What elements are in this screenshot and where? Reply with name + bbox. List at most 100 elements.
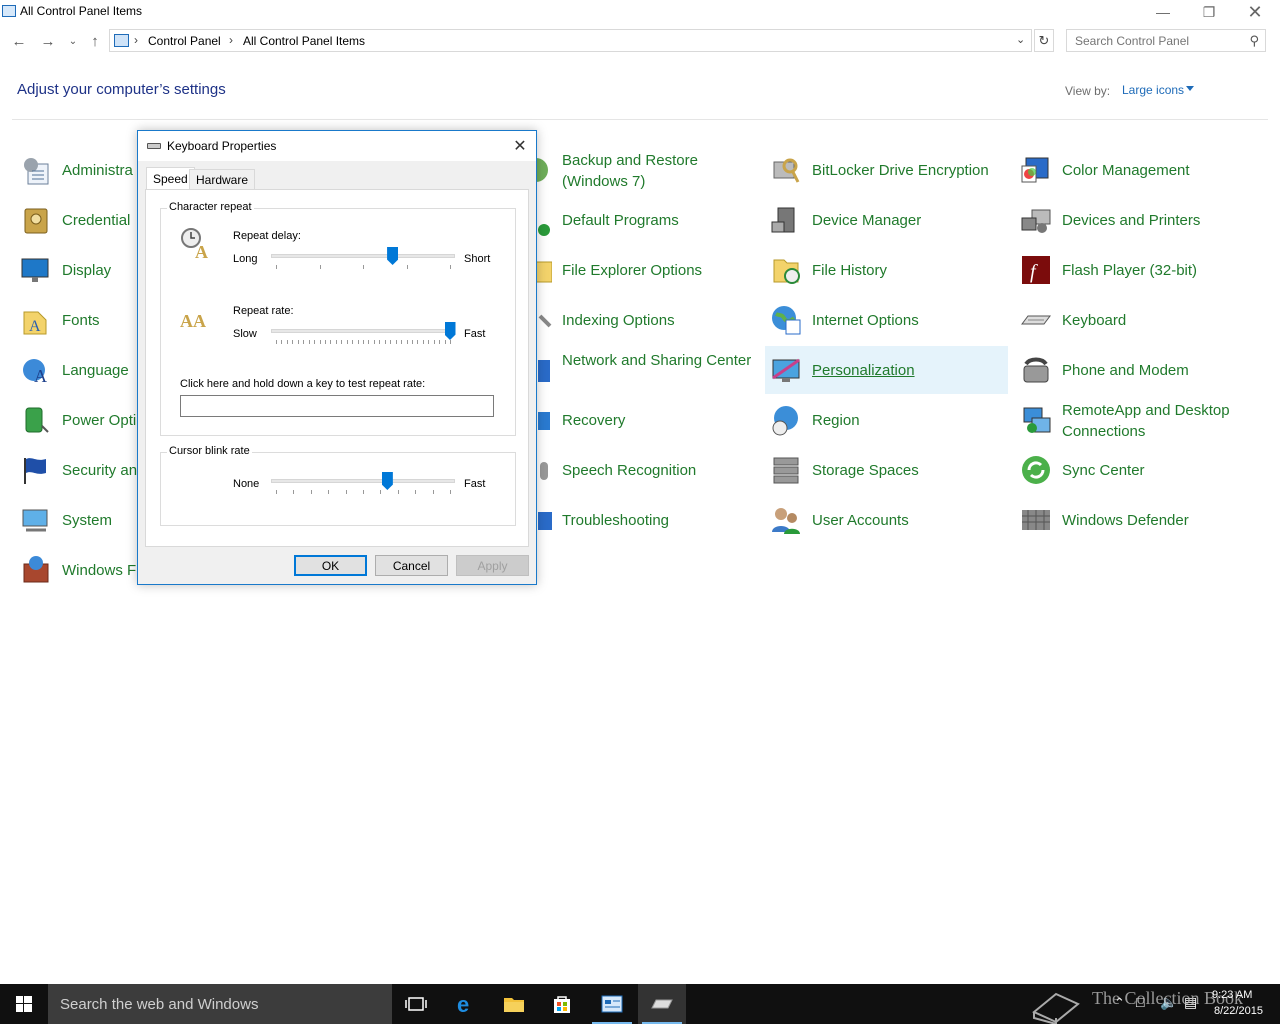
- cursor-blink-max-label: Fast: [464, 478, 486, 490]
- slider-tick: [297, 340, 299, 344]
- taskbar-file-explorer[interactable]: [490, 984, 538, 1024]
- repeat-rate-min-label: Slow: [233, 328, 257, 340]
- breadcrumb-separator[interactable]: ›: [229, 33, 233, 47]
- ok-button[interactable]: OK: [294, 555, 367, 576]
- breadcrumb-all-items[interactable]: All Control Panel Items: [243, 34, 365, 48]
- storage-spaces-icon: [773, 457, 799, 484]
- cp-item-keyboard[interactable]: Keyboard: [1017, 296, 1257, 344]
- slider-tick: [406, 265, 408, 269]
- cp-item-devices-printers[interactable]: Devices and Printers: [1017, 196, 1257, 244]
- recent-locations-chevron-icon[interactable]: ⌄: [62, 30, 84, 52]
- breadcrumb-separator[interactable]: ›: [134, 33, 138, 47]
- cp-item-file-explorer-options[interactable]: File Explorer Options: [517, 246, 757, 294]
- caret-down-icon[interactable]: [1186, 86, 1194, 91]
- repeat-delay-slider[interactable]: [271, 247, 455, 276]
- cp-item-color-management[interactable]: Color Management: [1017, 146, 1257, 194]
- item-label: Backup and Restore (Windows 7): [562, 152, 698, 190]
- display-icon: [21, 258, 49, 282]
- dialog-close-button[interactable]: ✕: [510, 136, 530, 156]
- item-label: Color Management: [1062, 161, 1190, 179]
- test-repeat-label: Click here and hold down a key to test r…: [180, 378, 426, 390]
- taskbar-keyboard-properties[interactable]: [638, 984, 686, 1024]
- cursor-blink-slider[interactable]: [271, 472, 455, 501]
- cp-item-phone-modem[interactable]: Phone and Modem: [1017, 346, 1257, 394]
- taskbar: Search the web and Windows e ⌃ □ 🔈 ▤ The…: [0, 984, 1280, 1024]
- restore-button[interactable]: ❐: [1186, 0, 1232, 24]
- cp-item-network-sharing[interactable]: Network and Sharing Center: [517, 346, 757, 394]
- item-label: Flash Player (32-bit): [1062, 261, 1198, 279]
- slider-tick: [401, 340, 403, 344]
- tab-hardware[interactable]: Hardware: [189, 169, 256, 190]
- close-button[interactable]: ✕: [1232, 0, 1278, 24]
- address-bar[interactable]: › Control Panel › All Control Panel Item…: [109, 29, 1032, 52]
- breadcrumb-control-panel[interactable]: Control Panel: [148, 34, 221, 48]
- item-label: Credential: [62, 211, 131, 229]
- file-history-icon: [773, 259, 800, 284]
- apply-button[interactable]: Apply: [456, 555, 529, 576]
- minimize-button[interactable]: —: [1140, 0, 1186, 24]
- slider-tick: [276, 340, 277, 344]
- view-by-dropdown[interactable]: Large icons: [1122, 83, 1184, 97]
- task-view-icon: [405, 997, 427, 1011]
- clock-time[interactable]: 9:23 AM: [1212, 989, 1252, 1001]
- cp-item-storage-spaces[interactable]: Storage Spaces: [767, 446, 1007, 494]
- cp-item-windows-defender[interactable]: Windows Defender: [1017, 496, 1257, 544]
- credential-manager-icon: [24, 208, 48, 234]
- language-icon: A: [23, 359, 47, 386]
- repeat-rate-icon: A A: [180, 311, 206, 331]
- cp-item-user-accounts[interactable]: User Accounts: [767, 496, 1007, 544]
- up-button[interactable]: ↑: [84, 30, 106, 52]
- taskbar-search-box[interactable]: Search the web and Windows: [48, 984, 392, 1024]
- svg-text:A: A: [193, 311, 206, 331]
- cp-item-bitlocker[interactable]: BitLocker Drive Encryption: [767, 146, 1007, 194]
- slider-thumb[interactable]: [381, 472, 393, 490]
- slider-thumb[interactable]: [444, 322, 456, 340]
- slider-track[interactable]: [271, 329, 455, 333]
- item-label: Recovery: [562, 411, 626, 429]
- dialog-titlebar[interactable]: Keyboard Properties ✕: [138, 131, 536, 161]
- search-icon[interactable]: ⚲: [1249, 33, 1259, 49]
- back-button[interactable]: ←: [8, 30, 30, 52]
- task-view-button[interactable]: [392, 984, 440, 1024]
- slider-tick: [450, 265, 451, 269]
- refresh-button[interactable]: ↻: [1034, 29, 1054, 52]
- address-dropdown-chevron-icon[interactable]: ⌄: [1016, 33, 1025, 46]
- slider-thumb[interactable]: [387, 247, 399, 265]
- slider-track[interactable]: [271, 254, 455, 258]
- flash-icon: f: [1022, 256, 1050, 284]
- tab-speed[interactable]: Speed: [146, 167, 195, 190]
- taskbar-edge[interactable]: e: [442, 984, 490, 1024]
- taskbar-store[interactable]: [538, 984, 586, 1024]
- taskbar-control-panel[interactable]: [588, 984, 636, 1024]
- slider-tick: [314, 340, 316, 344]
- cp-item-backup-restore[interactable]: Backup and Restore (Windows 7): [517, 146, 757, 194]
- cp-item-troubleshooting[interactable]: Troubleshooting: [517, 496, 757, 544]
- start-button[interactable]: [0, 984, 48, 1024]
- cp-item-sync-center[interactable]: Sync Center: [1017, 446, 1257, 494]
- cp-item-speech-recognition[interactable]: Speech Recognition: [517, 446, 757, 494]
- cp-item-flash-player[interactable]: f Flash Player (32-bit): [1017, 246, 1257, 294]
- cp-item-device-manager[interactable]: Device Manager: [767, 196, 1007, 244]
- cp-item-default-programs[interactable]: Default Programs: [517, 196, 757, 244]
- page-title: Adjust your computer’s settings: [17, 81, 226, 98]
- search-box[interactable]: ⚲: [1066, 29, 1266, 52]
- cp-item-remoteapp[interactable]: RemoteApp and Desktop Connections: [1017, 396, 1257, 444]
- slider-tick: [286, 340, 288, 344]
- item-label: File Explorer Options: [562, 261, 703, 279]
- item-label: Language: [62, 361, 129, 379]
- slider-track[interactable]: [271, 479, 455, 483]
- search-input[interactable]: [1067, 30, 1243, 51]
- item-label: Security an: [62, 461, 138, 479]
- cancel-button[interactable]: Cancel: [375, 555, 448, 576]
- cp-item-file-history[interactable]: File History: [767, 246, 1007, 294]
- test-repeat-rate-input[interactable]: [180, 395, 494, 417]
- clock-date[interactable]: 8/22/2015: [1214, 1005, 1263, 1017]
- cp-item-region[interactable]: Region: [767, 396, 1007, 444]
- phone-icon: [1023, 357, 1049, 383]
- cp-item-personalization[interactable]: Personalization: [765, 346, 1008, 394]
- cp-item-internet-options[interactable]: Internet Options: [767, 296, 1007, 344]
- cp-item-recovery[interactable]: Recovery: [517, 396, 757, 444]
- forward-button[interactable]: →: [37, 30, 59, 52]
- repeat-rate-slider[interactable]: [271, 322, 456, 351]
- cp-item-indexing-options[interactable]: Indexing Options: [517, 296, 757, 344]
